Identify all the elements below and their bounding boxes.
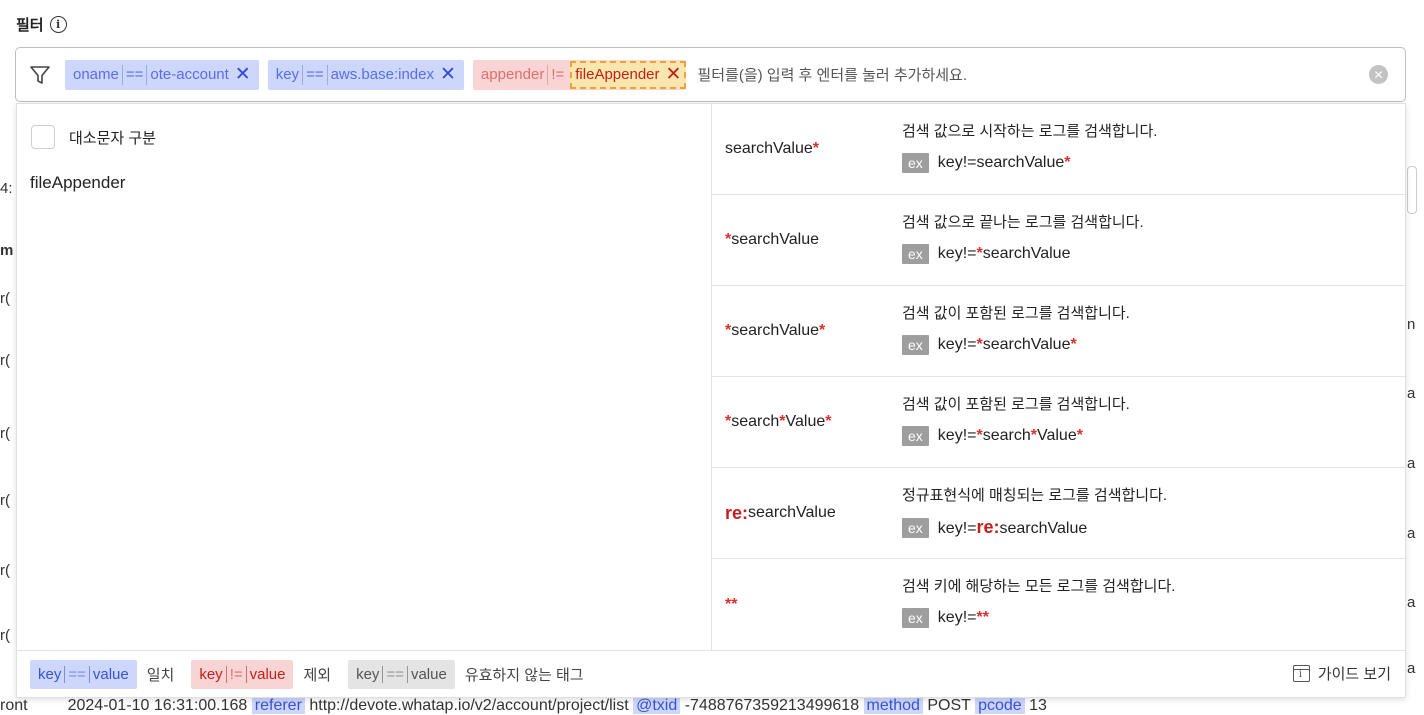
legend-chip-match: key == value (30, 659, 137, 689)
case-sensitive-checkbox[interactable] (31, 125, 55, 149)
ex-badge: ex (902, 335, 929, 355)
guide-row[interactable]: * search * Value * 검색 값이 포함된 로그를 검색합니다. ex k… (712, 377, 1407, 468)
filter-suggestion-dropdown: 대소문자 구분 fileAppender searchValue * 검색 값으로… (16, 103, 1407, 698)
legend-chip-invalid: key == value (348, 659, 455, 689)
guide-row[interactable]: searchValue * 검색 값으로 시작하는 로그를 검색합니다. ex k… (712, 104, 1407, 195)
guide-example: ex key!=*searchValue* (902, 335, 1077, 355)
bg-fragment: a (1407, 455, 1416, 472)
guide-row[interactable]: * searchValue * 검색 값이 포함된 로그를 검색합니다. ex ke… (712, 286, 1407, 377)
chip-value-editing[interactable]: fileAppender ✕ (570, 60, 687, 89)
filter-funnel-icon (30, 65, 50, 84)
chip-key: appender (480, 66, 545, 83)
guide-view-label: 가이드 보기 (1317, 666, 1391, 683)
case-sensitive-option[interactable]: 대소문자 구분 (31, 125, 156, 149)
ex-badge: ex (902, 153, 929, 173)
guide-description: 검색 값으로 끝나는 로그를 검색합니다. (902, 214, 1144, 231)
guide-pattern: * * (725, 595, 738, 613)
chip-remove-icon[interactable]: ✕ (666, 63, 682, 86)
bg-fragment: r( (0, 425, 10, 442)
log-value: POST (927, 697, 971, 714)
legend-label-invalid: 유효하지 않는 태그 (464, 666, 584, 684)
bg-fragment: n (1407, 316, 1416, 333)
log-tag: referer (251, 697, 305, 714)
guide-pattern: * search * Value * (725, 413, 832, 430)
bg-fragment: 4: (0, 180, 13, 197)
ex-badge: ex (902, 426, 929, 446)
guide-book-icon (1292, 665, 1310, 682)
guide-view-button[interactable]: 가이드 보기 (1292, 663, 1391, 684)
bg-fragment: a (1407, 660, 1416, 677)
guide-example: ex key!=*searchValue (902, 244, 1070, 264)
chip-key: key (275, 66, 300, 83)
chip-remove-icon[interactable]: ✕ (440, 65, 456, 84)
chip-value: fileAppender (575, 66, 660, 83)
filter-heading: 필터 i (16, 14, 67, 35)
suggestion-pane: 대소문자 구분 fileAppender (17, 104, 711, 650)
log-tag: pcode (975, 697, 1025, 714)
bg-fragment: r( (0, 627, 10, 644)
clear-icon[interactable]: ✕ (1369, 65, 1388, 84)
chip-operator: != (547, 64, 567, 85)
filter-chip[interactable]: key == aws.base:index ✕ (267, 59, 464, 90)
guide-pattern: re: searchValue (725, 502, 836, 523)
ex-badge: ex (902, 608, 929, 628)
legend-label-exclude: 제외 (303, 666, 332, 684)
log-prefix: ront (0, 697, 28, 714)
guide-example: ex key!=re:searchValue (902, 517, 1087, 538)
chip-value: aws.base:index (330, 66, 434, 83)
info-icon[interactable]: i (49, 16, 67, 33)
filter-input-box[interactable]: oname == ote-account ✕ key == aws.base:i… (15, 47, 1406, 102)
bg-fragment: a (1407, 385, 1416, 402)
suggestion-item[interactable]: fileAppender (30, 173, 125, 193)
log-value: http://devote.whatap.io/v2/account/proje… (309, 697, 629, 714)
log-value: -7488767359213499618 (684, 697, 860, 714)
bg-fragment: r( (0, 562, 10, 579)
guide-example: ex key!=** (902, 608, 989, 628)
guide-description: 검색 키에 해당하는 모든 로그를 검색합니다. (902, 578, 1176, 595)
ex-badge: ex (902, 517, 929, 538)
guide-row[interactable]: * searchValue 검색 값으로 끝나는 로그를 검색합니다. ex ke… (712, 195, 1407, 286)
ex-badge: ex (902, 244, 929, 264)
guide-description: 검색 값으로 시작하는 로그를 검색합니다. (902, 123, 1158, 140)
chip-operator: == (302, 64, 328, 85)
filter-title: 필터 (16, 17, 44, 34)
guide-description: 검색 값이 포함된 로그를 검색합니다. (902, 396, 1130, 413)
chip-remove-icon[interactable]: ✕ (235, 65, 251, 84)
log-tag: @txid (633, 697, 681, 714)
case-sensitive-label: 대소문자 구분 (69, 129, 156, 147)
chip-operator: == (121, 64, 148, 85)
guide-pattern: * searchValue * (725, 322, 826, 339)
guide-description: 검색 값이 포함된 로그를 검색합니다. (902, 305, 1130, 322)
filter-chip[interactable]: oname == ote-account ✕ (65, 59, 259, 90)
search-guide-pane: searchValue * 검색 값으로 시작하는 로그를 검색합니다. ex k… (711, 104, 1407, 650)
guide-description: 정규표현식에 매칭되는 로그를 검색합니다. (902, 487, 1168, 504)
chip-value: ote-account (150, 66, 229, 83)
guide-pattern: * searchValue (725, 231, 819, 248)
filter-chip-editing[interactable]: appender != fileAppender ✕ (472, 59, 687, 90)
bg-fragment: r( (0, 352, 10, 369)
log-value: 13 (1029, 697, 1047, 714)
guide-example: ex key!=*search*Value* (902, 426, 1083, 446)
tag-legend: key == value 일치 key != value 제외 key == value 유… (17, 650, 1405, 697)
guide-example: ex key!=searchValue* (902, 153, 1070, 173)
bg-fragment: a (1407, 525, 1416, 542)
guide-row[interactable]: * * 검색 키에 해당하는 모든 로그를 검색합니다. ex key!=** (712, 559, 1407, 650)
log-datetime: 2024-01-10 16:31:00.168 (67, 697, 248, 714)
legend-label-match: 일치 (146, 666, 175, 684)
bg-fragment: r( (0, 492, 10, 509)
guide-row[interactable]: re: searchValue 정규표현식에 매칭되는 로그를 검색합니다. ex… (712, 468, 1407, 559)
bg-fragment: r( (0, 290, 10, 307)
bg-fragment: a (1407, 594, 1416, 611)
filter-input-placeholder[interactable]: 필터를(을) 입력 후 엔터를 눌러 추가하세요. (697, 64, 967, 85)
legend-chip-exclude: key != value (191, 659, 294, 689)
bg-fragment: m (0, 242, 14, 259)
chip-key: oname (73, 66, 119, 83)
log-tag: method (863, 697, 923, 714)
bg-log-row: ront 2024-01-10 16:31:00.168 referer htt… (0, 697, 1047, 715)
guide-pattern: searchValue * (725, 140, 819, 157)
bg-scrollbar[interactable] (1407, 166, 1417, 214)
